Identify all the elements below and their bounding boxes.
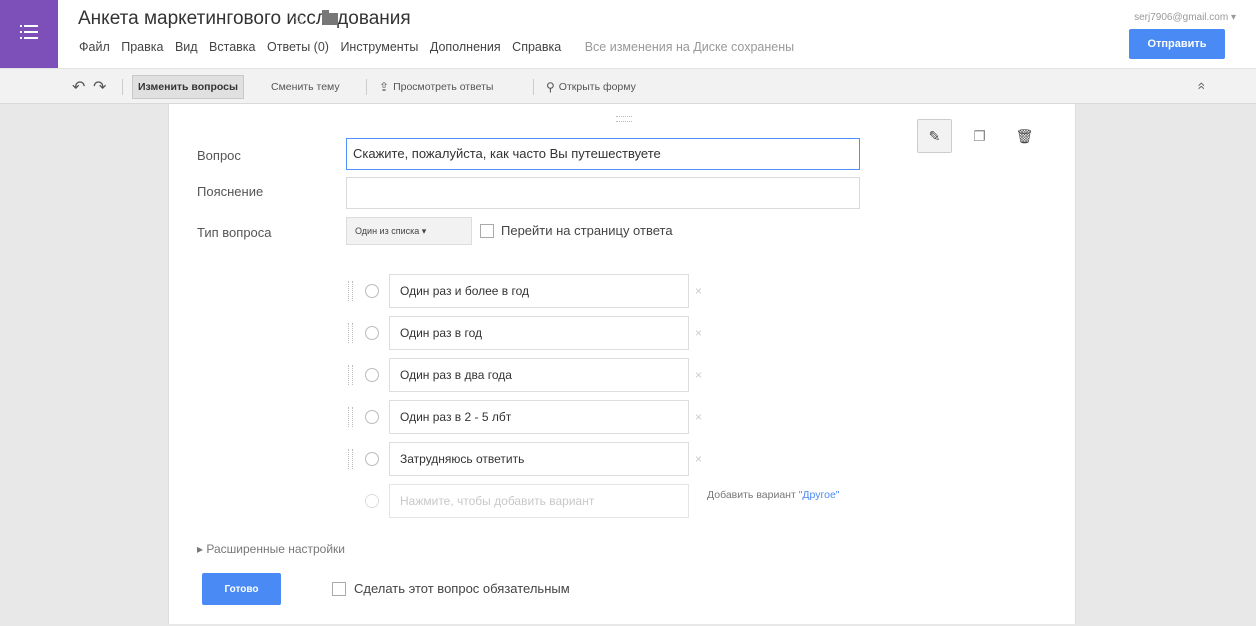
view-form-icon: ⚲ xyxy=(546,80,555,94)
question-label: Вопрос xyxy=(197,148,241,163)
folder-icon[interactable] xyxy=(322,10,338,25)
card-drag-handle[interactable] xyxy=(616,116,632,122)
option-drag-handle[interactable] xyxy=(348,365,353,385)
question-type-select[interactable]: Один из списка ▾ xyxy=(346,217,472,245)
apps-icon xyxy=(20,25,38,39)
help-text-label: Пояснение xyxy=(197,184,264,199)
option-drag-handle[interactable] xyxy=(348,281,353,301)
option-radio xyxy=(365,410,379,424)
question-type-label: Тип вопроса xyxy=(197,225,272,240)
toolbar-divider xyxy=(533,79,534,95)
menu-tools[interactable]: Инструменты xyxy=(340,40,418,54)
apps-button[interactable] xyxy=(0,0,58,68)
change-theme-button[interactable]: Сменить тему xyxy=(268,75,343,99)
card-actions: ✎ ❐ 🗑 xyxy=(917,119,1052,153)
edit-questions-button[interactable]: Изменить вопросы xyxy=(132,75,244,99)
advanced-settings-toggle[interactable]: ▸ Расширенные настройки xyxy=(197,542,345,556)
option-input[interactable]: Один раз в 2 - 5 лбт xyxy=(389,400,689,434)
view-responses-label: Просмотреть ответы xyxy=(393,81,494,93)
undo-icon[interactable]: ↶ xyxy=(72,75,85,99)
remove-option-icon[interactable]: × xyxy=(695,410,702,424)
option-radio xyxy=(365,284,379,298)
trash-icon[interactable]: 🗑 xyxy=(1007,119,1042,153)
send-button[interactable]: Отправить xyxy=(1129,29,1225,59)
add-other-option[interactable]: Добавить вариант "Другое" xyxy=(707,489,840,501)
option-radio xyxy=(365,368,379,382)
option-drag-handle[interactable] xyxy=(348,407,353,427)
add-other-link[interactable]: "Другое" xyxy=(799,489,840,501)
menu-bar: Файл Правка Вид Вставка Ответы (0) Инстр… xyxy=(79,40,802,54)
responses-icon: ⇪ xyxy=(379,80,390,94)
add-option-input[interactable]: Нажмите, чтобы добавить вариант xyxy=(389,484,689,518)
question-title-input[interactable]: Скажите, пожалуйста, как часто Вы путеше… xyxy=(346,138,860,170)
goto-page-label: Перейти на страницу ответа xyxy=(501,223,673,238)
remove-option-icon[interactable]: × xyxy=(695,326,702,340)
remove-option-icon[interactable]: × xyxy=(695,284,702,298)
menu-file[interactable]: Файл xyxy=(79,40,110,54)
menu-help[interactable]: Справка xyxy=(512,40,561,54)
option-radio xyxy=(365,452,379,466)
toolbar: ↶ ↷ Изменить вопросы Сменить тему ⇪ Прос… xyxy=(0,68,1256,104)
document-title[interactable]: Анкета маркетингового исследования xyxy=(78,8,411,30)
add-other-prefix: Добавить вариант xyxy=(707,489,796,501)
menu-insert[interactable]: Вставка xyxy=(209,40,255,54)
required-label: Сделать этот вопрос обязательным xyxy=(354,581,570,596)
menu-responses[interactable]: Ответы (0) xyxy=(267,40,329,54)
question-editor-card: ✎ ❐ 🗑 Вопрос Скажите, пожалуйста, как ча… xyxy=(168,104,1076,624)
option-drag-handle[interactable] xyxy=(348,323,353,343)
account-email[interactable]: serj7906@gmail.com ▾ xyxy=(1134,12,1236,23)
remove-option-icon[interactable]: × xyxy=(695,452,702,466)
option-radio xyxy=(365,494,379,508)
menu-addons[interactable]: Дополнения xyxy=(430,40,501,54)
view-responses-button[interactable]: ⇪ Просмотреть ответы xyxy=(376,75,496,99)
menu-edit[interactable]: Правка xyxy=(121,40,163,54)
option-input[interactable]: Затрудняюсь ответить xyxy=(389,442,689,476)
option-drag-handle[interactable] xyxy=(348,449,353,469)
option-radio xyxy=(365,326,379,340)
option-input[interactable]: Один раз в два года xyxy=(389,358,689,392)
menu-view[interactable]: Вид xyxy=(175,40,198,54)
open-form-button[interactable]: ⚲ Открыть форму xyxy=(543,75,639,99)
required-checkbox[interactable] xyxy=(332,582,346,596)
help-text-input[interactable] xyxy=(346,177,860,209)
star-icon[interactable]: ☆ xyxy=(292,9,306,29)
toolbar-divider xyxy=(366,79,367,95)
collapse-icon[interactable]: » xyxy=(1192,82,1208,90)
toolbar-divider xyxy=(122,79,123,95)
app-header: Анкета маркетингового исследования ☆ Фай… xyxy=(0,0,1256,68)
edit-pencil-icon[interactable]: ✎ xyxy=(917,119,952,153)
save-status: Все изменения на Диске сохранены xyxy=(584,40,795,54)
option-input[interactable]: Один раз в год xyxy=(389,316,689,350)
redo-icon[interactable]: ↷ xyxy=(93,75,106,99)
goto-page-checkbox[interactable] xyxy=(480,224,494,238)
option-input[interactable]: Один раз и более в год xyxy=(389,274,689,308)
open-form-label: Открыть форму xyxy=(558,81,636,93)
remove-option-icon[interactable]: × xyxy=(695,368,702,382)
done-button[interactable]: Готово xyxy=(202,573,281,605)
duplicate-icon[interactable]: ❐ xyxy=(962,119,997,153)
